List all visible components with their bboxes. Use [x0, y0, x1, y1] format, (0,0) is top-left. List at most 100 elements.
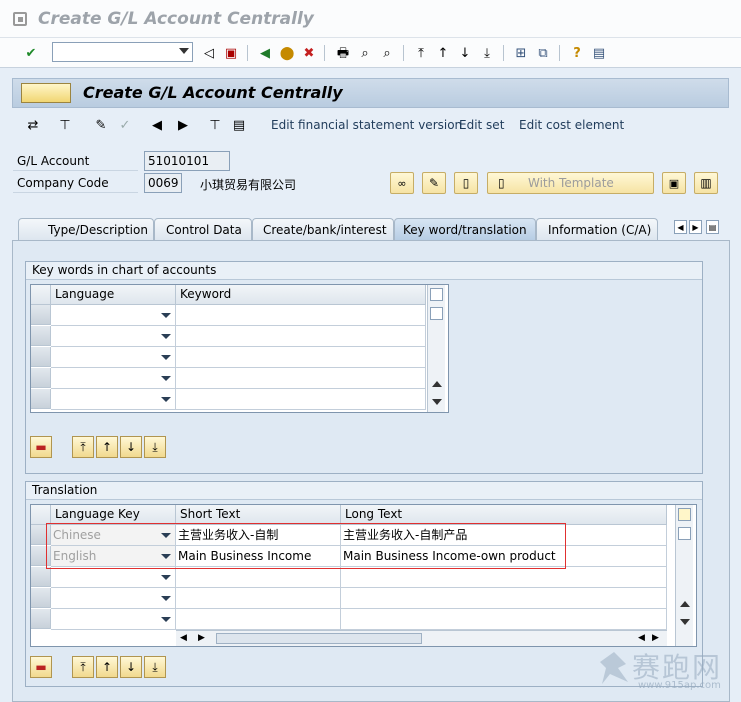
enter-check-icon[interactable]: ✔ [22, 44, 40, 62]
table-settings-icon[interactable] [430, 288, 443, 301]
previous-page-button[interactable]: ↑ [96, 436, 118, 458]
row-selector[interactable] [31, 389, 51, 409]
short-text-cell[interactable] [176, 588, 341, 609]
short-text-cell[interactable] [176, 567, 341, 588]
dropdown-arrow-icon[interactable] [161, 355, 171, 360]
scroll-right-icon[interactable]: ▶ [652, 633, 659, 643]
layout-menu-icon[interactable]: ▤ [590, 44, 608, 62]
language-key-cell[interactable] [51, 567, 176, 588]
language-cell[interactable] [51, 389, 176, 410]
language-key-cell[interactable] [51, 588, 176, 609]
find-next-icon[interactable]: ⌕ [378, 44, 396, 62]
scroll-up-icon[interactable] [432, 381, 442, 387]
previous-page-icon[interactable]: ↑ [434, 44, 452, 62]
create-shortcut-icon[interactable]: ⧉ [534, 44, 552, 62]
scroll-down-icon[interactable] [432, 399, 442, 405]
check-icon[interactable]: ✓ [116, 116, 134, 134]
dropdown-arrow-icon[interactable] [161, 397, 171, 402]
column-settings-icon[interactable] [678, 508, 691, 521]
language-cell[interactable] [51, 326, 176, 347]
long-text-cell[interactable] [341, 588, 667, 609]
print-icon[interactable]: 🖶 [334, 44, 352, 62]
language-cell[interactable] [51, 305, 176, 326]
hierarchy-icon[interactable]: ⊤ [56, 116, 74, 134]
tab-control-data[interactable]: Control Data [154, 218, 252, 240]
scroll-left-icon[interactable]: ◀ [638, 633, 645, 643]
tab-list-icon[interactable]: ▤ [706, 220, 719, 234]
gl-account-field[interactable]: 51010101 [144, 151, 230, 171]
edit-cost-element-link[interactable]: Edit cost element [519, 118, 624, 132]
document-icon[interactable]: ▤ [230, 116, 248, 134]
cancel-icon[interactable]: ✖ [300, 44, 318, 62]
delete-button[interactable]: ▥ [694, 172, 718, 194]
back-icon[interactable]: ◀ [256, 44, 274, 62]
command-field[interactable] [52, 42, 193, 62]
last-page-icon[interactable]: ⤓ [478, 44, 496, 62]
translation-horizontal-scrollbar[interactable]: ◀ ▶ ◀ ▶ [176, 630, 667, 646]
keyword-cell[interactable] [176, 305, 426, 326]
create-button[interactable]: ▯ [454, 172, 478, 194]
short-text-column-header[interactable]: Short Text [176, 505, 341, 525]
keyword-cell[interactable] [176, 347, 426, 368]
scroll-down-icon[interactable] [680, 619, 690, 625]
create-session-icon[interactable]: ⊞ [512, 44, 530, 62]
scroll-up-icon[interactable] [680, 601, 690, 607]
language-column-header[interactable]: Language [51, 285, 176, 305]
previous-page-button[interactable]: ↑ [96, 656, 118, 678]
delete-row-button[interactable]: ▬ [30, 656, 52, 678]
row-selector[interactable] [31, 347, 51, 367]
row-selector[interactable] [31, 368, 51, 388]
long-text-column-header[interactable]: Long Text [341, 505, 667, 525]
last-page-button[interactable]: ⤓ [144, 656, 166, 678]
display-changes-icon[interactable]: ⊤ [206, 116, 224, 134]
tab-scroll-left-icon[interactable]: ◀ [674, 220, 687, 234]
dropdown-arrow-icon[interactable] [161, 575, 171, 580]
edit-button[interactable]: ✎ [422, 172, 446, 194]
menu-button[interactable] [21, 83, 71, 103]
dropdown-arrow-icon[interactable] [161, 617, 171, 622]
first-page-button[interactable]: ⤒ [72, 436, 94, 458]
company-code-field[interactable]: 0069 [144, 173, 182, 193]
tab-create-bank-interest[interactable]: Create/bank/interest [252, 218, 394, 240]
row-selector[interactable] [31, 609, 51, 629]
long-text-cell[interactable] [341, 609, 667, 630]
delete-row-button[interactable]: ▬ [30, 436, 52, 458]
help-icon[interactable]: ? [568, 44, 586, 62]
dropdown-arrow-icon[interactable] [161, 313, 171, 318]
short-text-cell[interactable] [176, 609, 341, 630]
tab-type-description[interactable]: Type/Description [18, 218, 154, 240]
edit-set-link[interactable]: Edit set [459, 118, 504, 132]
language-cell[interactable] [51, 368, 176, 389]
edit-financial-statement-version-link[interactable]: Edit financial statement version [271, 118, 462, 132]
save-icon[interactable]: ▣ [222, 44, 240, 62]
last-page-button[interactable]: ⤓ [144, 436, 166, 458]
display-change-icon[interactable]: ✎ [92, 116, 110, 134]
command-field-dropdown-icon[interactable] [179, 48, 189, 54]
keywords-vertical-scrollbar[interactable] [427, 285, 445, 412]
select-all-cell[interactable] [31, 285, 51, 305]
scroll-left-icon[interactable]: ◀ [180, 633, 187, 643]
language-cell[interactable] [51, 347, 176, 368]
previous-account-icon[interactable]: ◀ [148, 116, 166, 134]
row-selector[interactable] [31, 326, 51, 346]
exit-icon[interactable]: ⬤ [278, 44, 296, 62]
keyword-column-header[interactable]: Keyword [176, 285, 426, 305]
next-page-button[interactable]: ↓ [120, 436, 142, 458]
back-arrow-icon[interactable]: ◁ [200, 44, 218, 62]
tab-information-ca[interactable]: Information (C/A) [536, 218, 658, 240]
keyword-cell[interactable] [176, 326, 426, 347]
row-selector[interactable] [31, 567, 51, 587]
translation-vertical-scrollbar[interactable] [675, 505, 693, 646]
glasses-display-button[interactable]: ∞ [390, 172, 414, 194]
with-template-button[interactable]: ▯ With Template [487, 172, 654, 194]
scroll-right-icon[interactable]: ▶ [198, 633, 205, 643]
dropdown-arrow-icon[interactable] [161, 334, 171, 339]
row-selector[interactable] [31, 305, 51, 325]
next-account-icon[interactable]: ▶ [174, 116, 192, 134]
next-page-button[interactable]: ↓ [120, 656, 142, 678]
language-key-cell[interactable] [51, 609, 176, 630]
scroll-thumb[interactable] [430, 307, 443, 320]
scroll-thumb[interactable] [678, 527, 691, 540]
tab-scroll-right-icon[interactable]: ▶ [689, 220, 702, 234]
language-key-column-header[interactable]: Language Key [51, 505, 176, 525]
